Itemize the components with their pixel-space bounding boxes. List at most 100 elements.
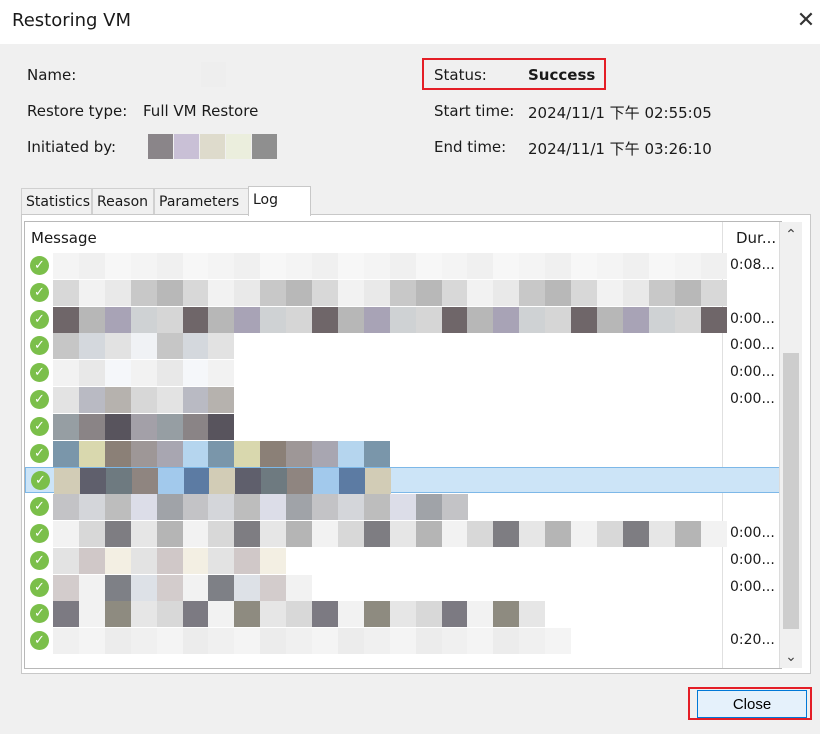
redacted-message-block <box>234 279 261 306</box>
redacted-message-block <box>235 468 262 495</box>
log-duration: 0:00... <box>730 551 775 568</box>
tab-reason[interactable]: Reason <box>92 188 154 214</box>
redacted-message-block <box>493 253 520 279</box>
redacted-message-block <box>363 601 390 628</box>
redacted-message-block <box>208 547 235 574</box>
redacted-message-block <box>441 253 468 279</box>
duration-column-header[interactable]: Dur... <box>736 229 776 247</box>
redacted-message-block <box>674 279 701 306</box>
redacted-message-block <box>130 521 157 547</box>
redacted-message-block <box>312 440 338 467</box>
redacted-message-block <box>648 279 675 306</box>
scroll-up-icon[interactable]: ⌃ <box>780 224 802 246</box>
redacted-message-block <box>156 333 183 360</box>
redacted-message-block <box>78 333 105 360</box>
redacted-message-block <box>363 628 390 655</box>
log-row[interactable]: ✓ 0:00... <box>25 333 781 360</box>
close-icon[interactable]: ✕ <box>794 9 818 33</box>
redacted-message-block <box>53 387 79 413</box>
check-circle-icon: ✓ <box>30 282 49 302</box>
log-row[interactable]: ✓ 0:20... <box>25 628 781 655</box>
redacted-message-block <box>182 253 209 279</box>
log-row[interactable]: ✓ 0:00... <box>25 306 781 333</box>
redacted-message-block <box>53 494 79 521</box>
redacted-message-block <box>104 440 131 467</box>
redacted-message-block <box>337 601 364 628</box>
redacted-message-block <box>363 306 390 333</box>
redacted-message-block <box>622 279 649 306</box>
redacted-message-block <box>389 628 416 655</box>
redacted-message-block <box>156 521 183 547</box>
log-row[interactable]: ✓ <box>25 440 781 467</box>
redacted-message-block <box>234 521 261 547</box>
log-row[interactable]: ✓ <box>25 413 781 440</box>
redacted-message-block <box>493 601 520 628</box>
redacted-message-block <box>156 547 183 574</box>
log-row[interactable]: ✓ 0:00... <box>25 521 781 547</box>
end-time-value: 2024/11/1 下午 03:26:10 <box>528 140 712 158</box>
redacted-message-block <box>53 279 79 306</box>
redacted-message-block <box>104 306 131 333</box>
redacted-message-block <box>674 306 701 333</box>
redacted-message-block <box>78 440 105 467</box>
close-button[interactable]: Close <box>697 690 807 718</box>
log-row[interactable]: ✓ 0:00... <box>25 547 781 574</box>
log-duration: 0:08... <box>730 257 775 273</box>
redacted-message-block <box>312 628 338 655</box>
redacted-message-block <box>700 521 727 547</box>
redacted-message-block <box>234 494 261 521</box>
redacted-message-block <box>286 253 313 279</box>
redacted-message-block <box>156 279 183 306</box>
vertical-scrollbar[interactable]: ⌃ ⌄ <box>779 222 802 668</box>
redacted-message-block <box>130 547 157 574</box>
redacted-message-block <box>415 521 442 547</box>
check-circle-icon: ✓ <box>30 256 49 275</box>
redacted-message-block <box>156 440 183 467</box>
name-redacted <box>201 62 226 87</box>
redacted-message-block <box>389 601 416 628</box>
redacted-message-block <box>53 440 79 467</box>
redacted-message-block <box>157 468 184 495</box>
redacted-message-block <box>467 601 494 628</box>
redacted-message-block <box>312 521 338 547</box>
log-row[interactable]: ✓ 0:00... <box>25 387 781 413</box>
redacted-message-block <box>208 628 235 655</box>
log-row[interactable]: ✓ <box>25 279 781 306</box>
log-row[interactable]: ✓ <box>25 494 781 521</box>
redacted-message-block <box>571 306 597 333</box>
redacted-message-block <box>389 494 416 521</box>
log-duration: 0:00... <box>730 578 775 595</box>
log-row[interactable]: ✓ 0:00... <box>25 360 781 387</box>
tab-statistics[interactable]: Statistics <box>21 188 92 214</box>
redacted-message-block <box>467 253 494 279</box>
log-row[interactable]: ✓ <box>25 601 781 628</box>
redacted-message-block <box>130 387 157 413</box>
redacted-message-block <box>415 494 442 521</box>
redacted-message-block <box>53 574 79 601</box>
redacted-message-block <box>260 494 287 521</box>
redacted-message-block <box>389 279 416 306</box>
log-row[interactable]: ✓ 0:00... <box>25 574 781 601</box>
redacted-message-block <box>182 279 209 306</box>
redacted-message-block <box>596 521 623 547</box>
log-duration: 0:00... <box>730 364 775 381</box>
tab-log[interactable]: Log <box>248 186 311 216</box>
redacted-message-block <box>104 413 131 440</box>
redacted-message-block <box>54 468 80 495</box>
redacted-message-block <box>78 360 105 387</box>
message-column-header[interactable]: Message <box>31 229 97 247</box>
check-circle-icon: ✓ <box>30 524 49 543</box>
redacted-message-block <box>182 547 209 574</box>
log-duration: 0:20... <box>730 632 775 649</box>
redacted-message-block <box>260 279 287 306</box>
scroll-thumb[interactable] <box>783 353 799 629</box>
log-row[interactable]: ✓ <box>25 467 781 495</box>
redacted-message-block <box>286 494 313 521</box>
log-row[interactable]: ✓ 0:08... <box>25 253 781 279</box>
redacted-message-block <box>363 279 390 306</box>
redacted-message-block <box>338 468 365 495</box>
scroll-down-icon[interactable]: ⌄ <box>780 646 802 668</box>
redacted-message-block <box>156 574 183 601</box>
redacted-message-block <box>234 440 261 467</box>
log-list[interactable]: Message Dur... ✓ 0:08... ✓ ✓ 0:00... ✓ 0:00...… <box>24 221 782 669</box>
